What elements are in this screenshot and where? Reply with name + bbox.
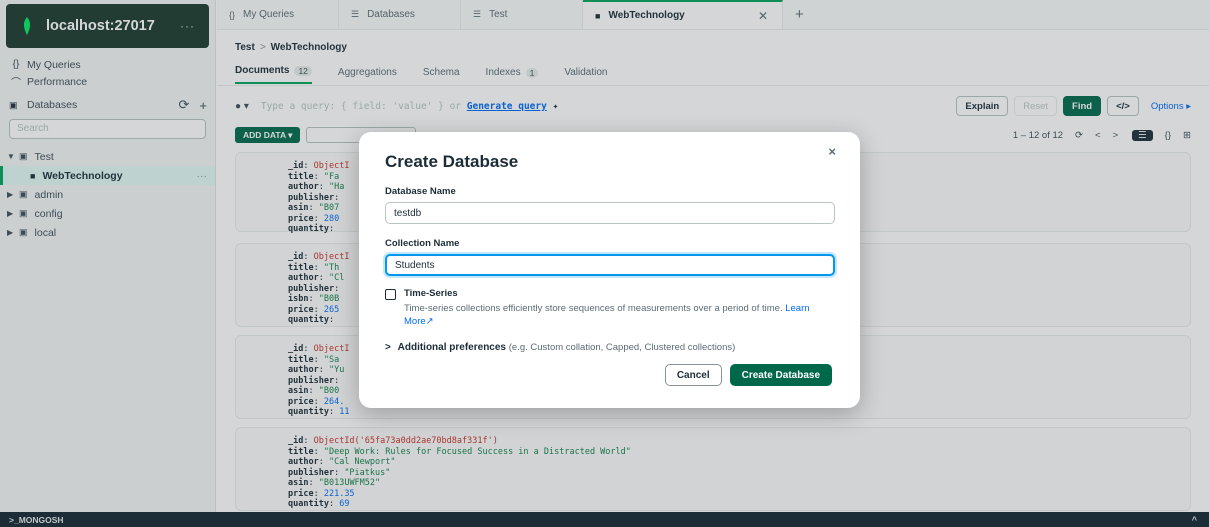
- collection-name-input[interactable]: [385, 254, 835, 276]
- mongosh-label: >_MONGOSH: [9, 514, 64, 525]
- database-name-input[interactable]: [385, 202, 835, 224]
- time-series-desc-text: Time-series collections efficiently stor…: [404, 303, 783, 314]
- modal-title: Create Database: [385, 152, 519, 171]
- additional-preferences-toggle[interactable]: > Additional preferences (e.g. Custom co…: [385, 342, 834, 353]
- create-database-button[interactable]: Create Database: [729, 364, 832, 386]
- database-name-label: Database Name: [385, 186, 456, 197]
- time-series-label: Time-Series: [404, 288, 458, 299]
- mongosh-bar[interactable]: >_MONGOSH ^: [0, 512, 1209, 527]
- cancel-button[interactable]: Cancel: [664, 364, 722, 386]
- create-database-modal: × Create Database Database Name Collecti…: [359, 132, 860, 408]
- chevron-up-icon[interactable]: ^: [1192, 515, 1197, 525]
- external-link-icon: ↗: [425, 316, 434, 327]
- collection-name-label: Collection Name: [385, 238, 460, 249]
- additional-preferences-hint: (e.g. Custom collation, Capped, Clustere…: [508, 342, 736, 353]
- time-series-checkbox[interactable]: [385, 289, 396, 300]
- time-series-description: Time-series collections efficiently stor…: [404, 302, 834, 328]
- close-icon[interactable]: ×: [828, 144, 836, 159]
- chevron-right-icon: >: [385, 342, 391, 353]
- additional-preferences-label: Additional preferences: [397, 342, 506, 353]
